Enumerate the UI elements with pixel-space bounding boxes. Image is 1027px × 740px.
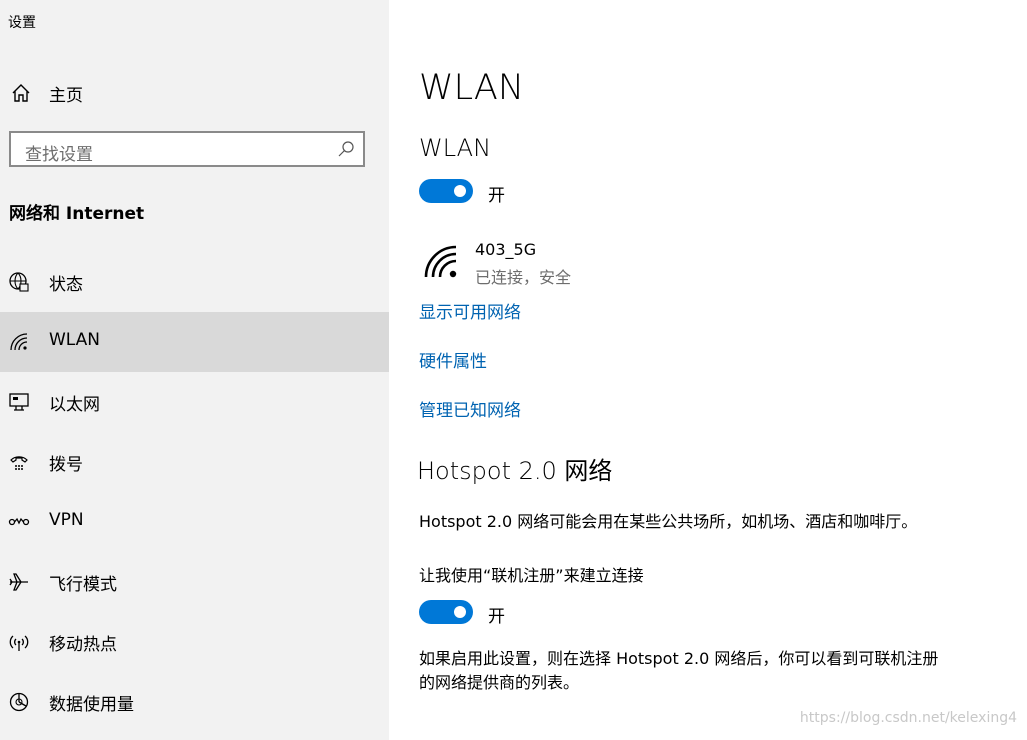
ethernet-icon <box>9 393 29 411</box>
sidebar-item-label: 数据使用量 <box>49 695 134 715</box>
sidebar: 设置 主页 查找设置 网络和 Internet 状态 WLAN 以太网 拨号 V… <box>0 0 389 740</box>
hotspot-note-line2: 的网络提供商的列表。 <box>419 673 580 692</box>
airplane-icon <box>9 573 28 591</box>
data-usage-icon <box>9 692 29 712</box>
dialup-icon <box>10 456 28 470</box>
sidebar-item-label: WLAN <box>49 330 101 350</box>
sidebar-item-hotspot[interactable]: 移动热点 <box>0 612 389 672</box>
search-placeholder: 查找设置 <box>25 145 93 165</box>
network-status: 已连接，安全 <box>475 268 572 287</box>
online-signup-toggle[interactable] <box>419 600 473 624</box>
online-signup-label: 让我使用“联机注册”来建立连接 <box>419 566 644 585</box>
wifi-icon <box>10 333 28 351</box>
nav-home-label: 主页 <box>49 86 83 106</box>
sidebar-item-label: 状态 <box>49 275 83 295</box>
sidebar-item-label: 移动热点 <box>49 635 117 655</box>
section-title: 网络和 Internet <box>9 204 145 224</box>
sidebar-item-label: 飞行模式 <box>49 575 117 595</box>
hotspot-note-line1: 如果启用此设置，则在选择 Hotspot 2.0 网络后，你可以看到可联机注册 <box>419 649 939 668</box>
hotspot-description: Hotspot 2.0 网络可能会用在某些公共场所，如机场、酒店和咖啡厅。 <box>419 512 918 531</box>
sidebar-item-vpn[interactable]: VPN <box>0 492 389 552</box>
page-title: WLAN <box>419 68 525 108</box>
wifi-signal-icon <box>424 245 457 278</box>
sidebar-item-data-usage[interactable]: 数据使用量 <box>0 672 389 732</box>
sidebar-item-wlan[interactable]: WLAN <box>0 312 389 372</box>
hotspot-section-title: Hotspot 2.0 网络 <box>417 457 613 485</box>
sidebar-item-dialup[interactable]: 拨号 <box>0 432 389 492</box>
home-icon <box>12 84 30 102</box>
globe-status-icon <box>9 272 29 292</box>
nav-home[interactable]: 主页 <box>0 72 389 112</box>
show-available-networks-link[interactable]: 显示可用网络 <box>419 298 521 323</box>
sidebar-item-status[interactable]: 状态 <box>0 252 389 312</box>
online-signup-toggle-state: 开 <box>488 607 505 627</box>
wlan-toggle[interactable] <box>419 179 473 203</box>
hardware-properties-link[interactable]: 硬件属性 <box>419 347 487 372</box>
sidebar-item-label: 拨号 <box>49 455 83 475</box>
search-input[interactable]: 查找设置 <box>9 131 365 167</box>
wlan-toggle-state: 开 <box>488 186 505 206</box>
manage-known-networks-link[interactable]: 管理已知网络 <box>419 396 521 421</box>
app-title: 设置 <box>8 15 36 31</box>
vpn-icon <box>8 517 30 526</box>
sidebar-item-label: VPN <box>49 510 84 530</box>
network-name[interactable]: 403_5G <box>475 240 536 259</box>
sidebar-item-ethernet[interactable]: 以太网 <box>0 372 389 432</box>
search-icon[interactable] <box>337 140 355 158</box>
sidebar-item-airplane[interactable]: 飞行模式 <box>0 552 389 612</box>
hotspot-icon <box>9 635 29 651</box>
watermark: https://blog.csdn.net/kelexing4 <box>799 710 1017 726</box>
sidebar-item-label: 以太网 <box>49 395 100 415</box>
wlan-section-title: WLAN <box>419 134 492 162</box>
